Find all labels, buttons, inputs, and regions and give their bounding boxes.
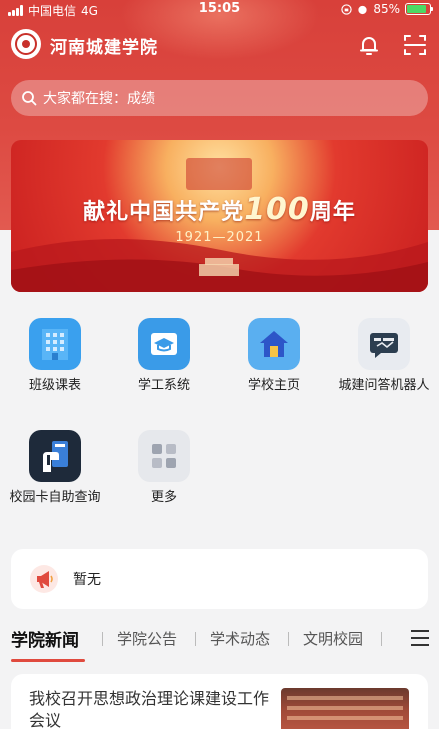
search-bar[interactable]: 大家都在搜：成绩 bbox=[11, 80, 428, 116]
tab-divider bbox=[381, 632, 382, 646]
tab-college-announcements[interactable]: 学院公告 bbox=[117, 628, 177, 649]
battery-percent: 85% bbox=[373, 2, 400, 16]
bell-icon[interactable] bbox=[356, 32, 382, 58]
quick-link-school-homepage[interactable]: 学校主页 bbox=[219, 318, 329, 394]
banner-title-suffix: 周年 bbox=[309, 200, 356, 225]
alarm-icon bbox=[358, 5, 367, 14]
quick-link-label: 学工系统 bbox=[137, 378, 190, 393]
home-icon bbox=[248, 318, 300, 370]
tab-college-news[interactable]: 学院新闻 bbox=[11, 626, 79, 651]
notice-text: 暂无 bbox=[73, 572, 101, 588]
active-tab-underline bbox=[11, 659, 85, 662]
quick-link-campus-card[interactable]: 校园卡自助查询 bbox=[0, 430, 110, 506]
news-title: 我校召开思想政治理论课建设工作会议 bbox=[29, 689, 270, 729]
tab-academic-news[interactable]: 学术动态 bbox=[210, 628, 270, 649]
search-icon bbox=[22, 91, 37, 106]
quick-link-class-schedule[interactable]: 班级课表 bbox=[0, 318, 110, 394]
orientation-lock-icon bbox=[341, 3, 353, 15]
status-right: 85% bbox=[341, 2, 433, 16]
tab-divider bbox=[288, 632, 289, 646]
quick-link-label: 学校主页 bbox=[247, 378, 300, 393]
banner-years: 1921—2021 bbox=[175, 230, 264, 245]
quick-link-student-affairs[interactable]: 学工系统 bbox=[109, 318, 219, 394]
school-logo-ring bbox=[15, 33, 37, 55]
quick-link-more[interactable]: 更多 bbox=[109, 430, 219, 506]
banner-title-prefix: 献礼中国共产党 bbox=[83, 200, 245, 225]
quick-link-qa-robot[interactable]: 城建问答机器人 bbox=[329, 318, 439, 394]
grid-more-icon bbox=[138, 430, 190, 482]
search-placeholder: 大家都在搜：成绩 bbox=[43, 91, 155, 107]
building-icon bbox=[29, 318, 81, 370]
menu-icon[interactable] bbox=[411, 630, 429, 646]
tab-divider bbox=[195, 632, 196, 646]
battery-icon bbox=[405, 3, 433, 15]
promo-banner[interactable]: 献礼中国共产党100周年 1921—2021 bbox=[11, 140, 428, 292]
tab-civilized-campus[interactable]: 文明校园 bbox=[303, 628, 363, 649]
quick-link-label: 城建问答机器人 bbox=[338, 378, 430, 393]
news-thumbnail bbox=[281, 688, 409, 729]
status-bar: 中国电信 4G 15:05 85% bbox=[0, 0, 439, 18]
graduation-cap-icon bbox=[138, 318, 190, 370]
chat-robot-icon bbox=[358, 318, 410, 370]
battery-fill bbox=[407, 5, 426, 13]
quick-link-label: 班级课表 bbox=[28, 378, 81, 393]
news-card[interactable]: 我校召开思想政治理论课建设工作会议 bbox=[11, 674, 428, 729]
banner-title-number: 100 bbox=[244, 192, 310, 227]
news-tabs: 学院新闻 学院公告 学术动态 文明校园 bbox=[0, 624, 439, 664]
app-header: 河南城建学院 bbox=[0, 26, 439, 64]
card-hand-icon bbox=[29, 430, 81, 482]
quick-link-label: 更多 bbox=[150, 490, 177, 505]
tab-divider bbox=[102, 632, 103, 646]
app-title: 河南城建学院 bbox=[50, 38, 158, 58]
scan-icon[interactable] bbox=[402, 32, 428, 58]
notice-bar[interactable]: 暂无 bbox=[11, 549, 428, 609]
banner-title: 献礼中国共产党100周年 bbox=[11, 192, 428, 227]
school-logo-center bbox=[22, 40, 30, 48]
quick-link-label: 校园卡自助查询 bbox=[9, 490, 101, 505]
megaphone-icon bbox=[30, 565, 58, 593]
banner-tiananmen-shape bbox=[186, 158, 252, 190]
school-logo bbox=[11, 29, 41, 59]
